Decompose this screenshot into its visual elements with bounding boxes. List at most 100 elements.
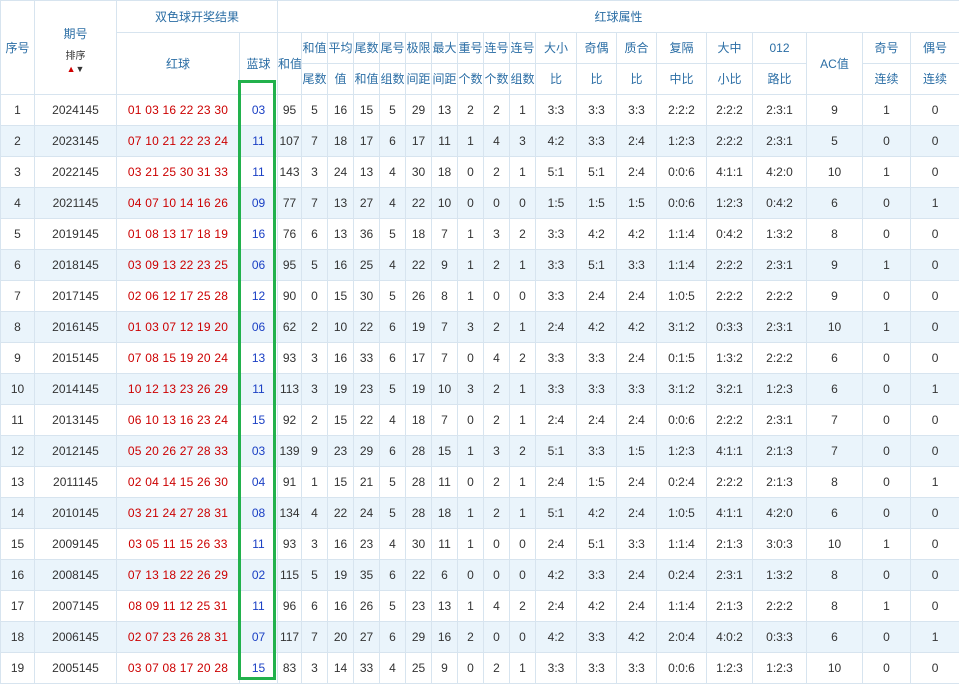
cell-road: 4:2:0 xyxy=(753,157,807,188)
cell-odd-even: 3:3 xyxy=(577,436,617,467)
cell-consec-group: 0 xyxy=(510,560,536,591)
cell-issue: 2014145 xyxy=(35,374,117,405)
cell-sum: 107 xyxy=(278,126,302,157)
table-row: 5201914501 08 13 17 18 19167661336518713… xyxy=(1,219,959,250)
cell-road: 1:2:3 xyxy=(753,653,807,684)
cell-big-mid-small: 4:1:1 xyxy=(707,157,753,188)
col-big-small-header-2: 比 xyxy=(536,64,577,95)
cell-odd-consec: 1 xyxy=(863,591,911,622)
cell-odd-even: 1:5 xyxy=(577,467,617,498)
cell-tail-group: 4 xyxy=(380,250,406,281)
cell-prime: 2:4 xyxy=(617,343,657,374)
cell-consec-group: 0 xyxy=(510,622,536,653)
cell-red-balls: 03 09 13 22 23 25 xyxy=(117,250,240,281)
cell-big-small: 2:4 xyxy=(536,591,577,622)
table-row: 6201814503 09 13 22 23 25069551625422912… xyxy=(1,250,959,281)
cell-seq: 6 xyxy=(1,250,35,281)
cell-tail-group: 4 xyxy=(380,653,406,684)
cell-consec: 3 xyxy=(484,219,510,250)
cell-consec-group: 1 xyxy=(510,467,536,498)
cell-big-mid-small: 4:0:2 xyxy=(707,622,753,653)
table-row: 4202114504 07 10 14 16 26097771327422100… xyxy=(1,188,959,219)
cell-avg: 10 xyxy=(328,312,354,343)
cell-road: 0:4:2 xyxy=(753,188,807,219)
cell-blue-ball: 08 xyxy=(240,498,278,529)
cell-prime: 1:5 xyxy=(617,436,657,467)
cell-sum-tail: 6 xyxy=(302,591,328,622)
cell-repeat: 0 xyxy=(458,467,484,498)
cell-avg: 22 xyxy=(328,498,354,529)
cell-avg: 16 xyxy=(328,95,354,126)
cell-seq: 8 xyxy=(1,312,35,343)
cell-span: 23 xyxy=(406,591,432,622)
cell-odd-consec: 0 xyxy=(863,467,911,498)
col-big-small-header: 大小 xyxy=(536,33,577,64)
col-sum-tail-header-2: 尾数 xyxy=(302,64,328,95)
cell-odd-even: 3:3 xyxy=(577,622,617,653)
cell-issue: 2022145 xyxy=(35,157,117,188)
cell-even-consec: 0 xyxy=(911,560,959,591)
cell-consec-group: 1 xyxy=(510,157,536,188)
cell-max-gap: 9 xyxy=(432,250,458,281)
cell-road: 2:1:3 xyxy=(753,436,807,467)
cell-odd-consec: 0 xyxy=(863,188,911,219)
cell-span: 29 xyxy=(406,95,432,126)
cell-big-mid-small: 2:2:2 xyxy=(707,467,753,498)
cell-big-mid-small: 2:1:3 xyxy=(707,591,753,622)
cell-sum-tail: 7 xyxy=(302,622,328,653)
cell-max-gap: 11 xyxy=(432,467,458,498)
cell-span: 29 xyxy=(406,622,432,653)
cell-seq: 16 xyxy=(1,560,35,591)
cell-issue: 2019145 xyxy=(35,219,117,250)
cell-even-consec: 0 xyxy=(911,281,959,312)
cell-big-mid-small: 4:1:1 xyxy=(707,498,753,529)
cell-consec: 0 xyxy=(484,529,510,560)
cell-red-balls: 10 12 13 23 26 29 xyxy=(117,374,240,405)
cell-consec-group: 0 xyxy=(510,188,536,219)
cell-red-balls: 03 21 24 27 28 31 xyxy=(117,498,240,529)
cell-consec-group: 2 xyxy=(510,436,536,467)
cell-seq: 10 xyxy=(1,374,35,405)
cell-avg: 20 xyxy=(328,622,354,653)
table-row: 1202414501 03 16 22 23 30039551615529132… xyxy=(1,95,959,126)
red-attributes-group-header: 红球属性 xyxy=(278,1,959,33)
cell-big-small: 3:3 xyxy=(536,95,577,126)
sort-control[interactable]: 排序 ▲▼ xyxy=(35,51,116,76)
cell-sum: 117 xyxy=(278,622,302,653)
cell-even-consec: 0 xyxy=(911,157,959,188)
cell-tail-group: 6 xyxy=(380,622,406,653)
cell-odd-consec: 1 xyxy=(863,250,911,281)
col-seq-header: 序号 xyxy=(1,1,35,95)
cell-odd-even: 2:4 xyxy=(577,281,617,312)
cell-red-balls: 01 08 13 17 18 19 xyxy=(117,219,240,250)
cell-seq: 5 xyxy=(1,219,35,250)
sort-asc-arrow-icon[interactable]: ▲ xyxy=(67,64,76,74)
cell-max-gap: 9 xyxy=(432,653,458,684)
cell-avg: 19 xyxy=(328,374,354,405)
col-consec-group-header-2: 组数 xyxy=(510,64,536,95)
cell-sum-tail: 9 xyxy=(302,436,328,467)
cell-consec: 2 xyxy=(484,374,510,405)
cell-prime: 2:4 xyxy=(617,467,657,498)
cell-max-gap: 11 xyxy=(432,529,458,560)
sort-desc-arrow-icon[interactable]: ▼ xyxy=(76,64,85,74)
cell-ac: 6 xyxy=(807,498,863,529)
cell-big-mid-small: 4:1:1 xyxy=(707,436,753,467)
table-row: 2202314507 10 21 22 23 24111077181761711… xyxy=(1,126,959,157)
cell-ac: 10 xyxy=(807,529,863,560)
col-avg-header-2: 值 xyxy=(328,64,354,95)
cell-span: 28 xyxy=(406,436,432,467)
cell-prime: 4:2 xyxy=(617,622,657,653)
cell-big-mid-small: 3:2:1 xyxy=(707,374,753,405)
cell-seq: 2 xyxy=(1,126,35,157)
col-span-header: 极限 xyxy=(406,33,432,64)
cell-tail-sum: 26 xyxy=(354,591,380,622)
cell-sum: 93 xyxy=(278,529,302,560)
cell-big-small: 5:1 xyxy=(536,498,577,529)
cell-odd-even: 4:2 xyxy=(577,219,617,250)
table-row: 15200914503 05 11 15 26 3311933162343011… xyxy=(1,529,959,560)
table-header: 序号 期号 排序 ▲▼ 双色球开奖结果 红球属性 红球 蓝球 和值 和值 平均 … xyxy=(1,1,959,95)
cell-tail-group: 6 xyxy=(380,343,406,374)
cell-tail-sum: 13 xyxy=(354,157,380,188)
cell-sum: 93 xyxy=(278,343,302,374)
